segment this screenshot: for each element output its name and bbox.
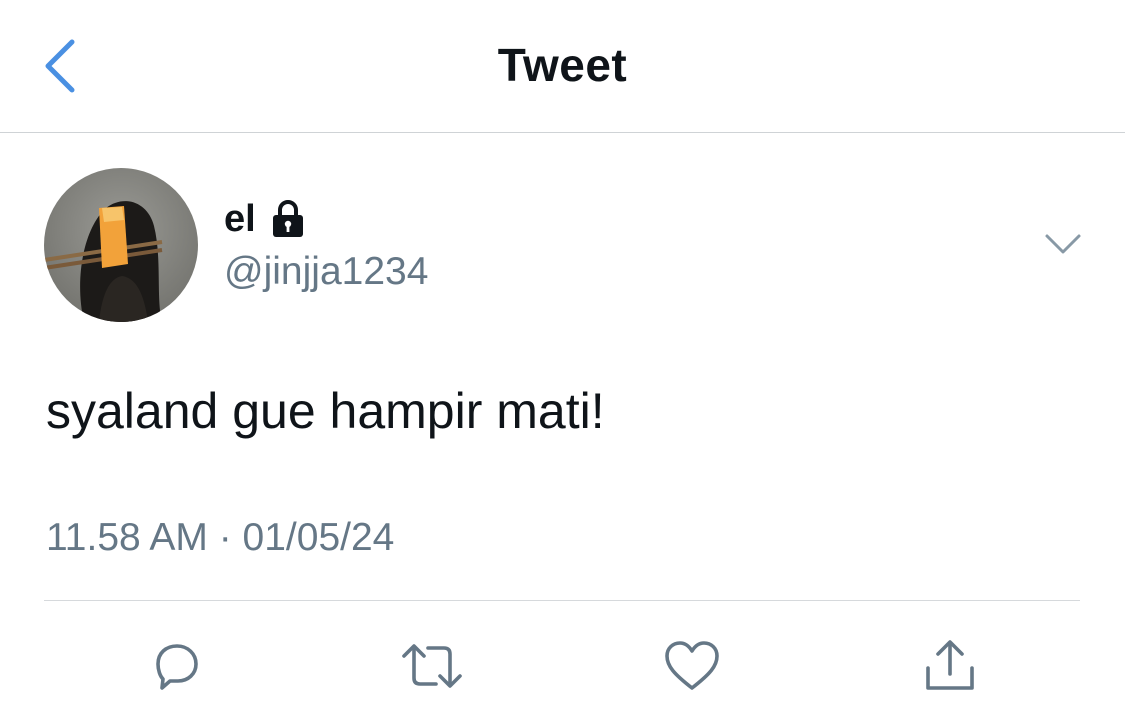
retweet-button[interactable]	[400, 634, 464, 698]
tweet-menu-button[interactable]	[1036, 222, 1090, 266]
author-handle[interactable]: @jinjja1234	[224, 248, 428, 296]
like-button[interactable]	[660, 634, 724, 698]
avatar[interactable]	[44, 168, 198, 322]
tweet-timestamp[interactable]: 11.58 AM · 01/05/24	[46, 514, 394, 562]
share-icon	[926, 640, 974, 690]
reply-icon	[156, 644, 198, 690]
lock-icon	[272, 200, 303, 237]
divider	[44, 600, 1080, 601]
reply-button[interactable]	[144, 634, 208, 698]
like-icon	[665, 641, 719, 690]
author-name-row[interactable]: el	[224, 196, 306, 242]
tweet-text: syaland gue hampir mati!	[46, 383, 605, 439]
top-nav-bar: Tweet	[0, 0, 1125, 133]
chevron-down-icon	[1045, 234, 1081, 254]
share-button[interactable]	[918, 634, 982, 698]
author-display-name: el	[224, 198, 256, 240]
page-title: Tweet	[497, 39, 628, 91]
retweet-icon	[402, 644, 462, 688]
